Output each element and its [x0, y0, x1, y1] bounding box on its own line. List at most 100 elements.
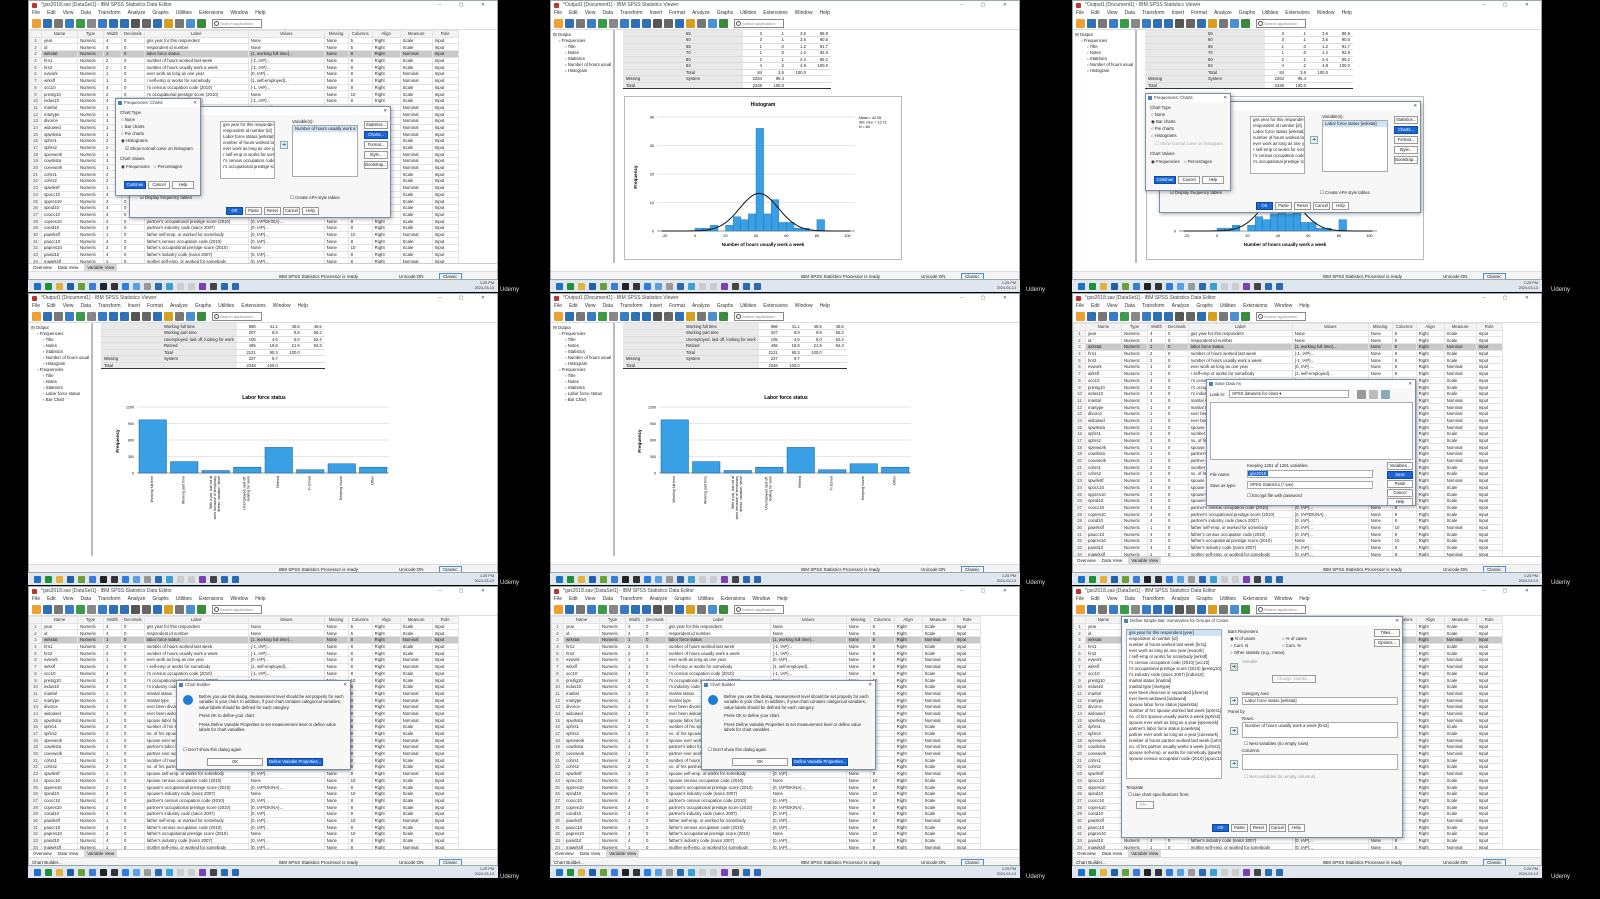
cell-measure[interactable]: Scale — [399, 177, 433, 185]
variable-row[interactable]: 32papres10Numeric20father's occupational… — [1073, 537, 1503, 545]
cell-measure[interactable]: Nominal — [399, 749, 433, 758]
cell-measure[interactable]: Nominal — [1443, 456, 1477, 465]
cell-label[interactable]: number of hours usually work a week — [143, 63, 249, 72]
cell-measure[interactable]: Scale — [1443, 516, 1477, 525]
cell-row[interactable]: 18 — [1073, 443, 1086, 452]
cell-values[interactable]: None — [769, 830, 847, 838]
menu-edit[interactable]: Edit — [47, 10, 56, 16]
taskbar-app-icon[interactable] — [1232, 575, 1239, 583]
cell-decimals[interactable]: 0 — [121, 723, 145, 731]
insert-cases-icon[interactable] — [675, 311, 684, 321]
cell-values[interactable]: {0, IAP}... — [247, 769, 325, 778]
cell-measure[interactable]: Scale — [921, 629, 955, 638]
cell-values[interactable]: {-1, IAP}... — [769, 649, 847, 658]
cell-role[interactable]: Input — [1475, 456, 1503, 465]
cancel-button[interactable]: Cancel — [1313, 202, 1330, 210]
cell-name[interactable]: marital — [41, 689, 78, 698]
taskbar-app-icon[interactable] — [644, 575, 651, 583]
cancel-button[interactable]: Cancel — [1387, 489, 1413, 497]
cell-role[interactable]: Input — [1475, 376, 1503, 385]
cell-type[interactable]: Numeric — [1121, 343, 1148, 351]
cell-width[interactable]: 4 — [625, 789, 644, 798]
cell-role[interactable]: Input — [1475, 356, 1503, 365]
cell-name[interactable]: spocc10 — [563, 776, 600, 785]
cell-measure[interactable]: Scale — [1443, 483, 1477, 492]
cell-align[interactable]: Right — [371, 622, 401, 631]
cell-decimals[interactable]: 0 — [643, 743, 667, 751]
taskbar-app-icon[interactable] — [1210, 575, 1217, 583]
cell-width[interactable]: 4 — [1147, 496, 1166, 505]
cell-values[interactable]: {0, IAP}... — [1291, 523, 1369, 532]
cell-missing[interactable]: None — [323, 43, 349, 52]
cell-values[interactable]: None — [247, 244, 325, 252]
cell-row[interactable]: 21 — [551, 756, 564, 765]
recall-dialog-icon[interactable] — [65, 18, 74, 28]
menu-insert[interactable]: Insert — [128, 303, 141, 309]
cell-width[interactable]: 1 — [103, 230, 122, 239]
taskbar-app-icon[interactable] — [89, 868, 96, 876]
value-labels-icon[interactable] — [708, 18, 717, 28]
cell-values[interactable]: {0, IAP}... — [1291, 363, 1369, 371]
menu-utilities[interactable]: Utilities — [740, 303, 756, 309]
goto-variable-icon[interactable] — [1153, 18, 1162, 28]
cell-align[interactable]: Right — [1415, 823, 1445, 831]
cell-decimals[interactable]: 0 — [1165, 416, 1189, 425]
column-header-missing[interactable]: Missing — [323, 616, 349, 624]
search-application-input[interactable]: Search application — [212, 604, 262, 614]
cell-align[interactable]: Right — [371, 676, 401, 684]
cell-missing[interactable]: None — [1367, 349, 1393, 358]
cell-measure[interactable]: Scale — [399, 137, 433, 145]
cell-columns[interactable]: 8 — [347, 756, 373, 765]
menu-file[interactable]: File — [32, 10, 40, 16]
cell-type[interactable]: Numeric — [77, 244, 104, 252]
cell-type[interactable]: Numeric — [77, 622, 104, 631]
column-header-missing[interactable]: Missing — [845, 616, 871, 624]
menu-file[interactable]: File — [1076, 303, 1084, 309]
outline-item[interactable]: ▫ Bar Chart — [553, 397, 611, 403]
cell-width[interactable]: 2 — [625, 649, 644, 658]
cell-role[interactable]: Input — [431, 723, 459, 731]
cell-align[interactable]: Right — [1415, 383, 1445, 391]
cell-measure[interactable]: Scale — [399, 789, 433, 798]
cell-columns[interactable]: 8 — [869, 809, 895, 818]
cell-type[interactable]: Numeric — [77, 776, 104, 785]
menu-help[interactable]: Help — [1299, 303, 1309, 309]
search-application-input[interactable]: Search application — [212, 18, 262, 28]
cell-decimals[interactable]: 0 — [1165, 336, 1189, 345]
save-icon[interactable] — [1087, 18, 1096, 28]
column-header-width[interactable]: Width — [103, 616, 122, 624]
cell-type[interactable]: Numeric — [1121, 836, 1148, 845]
cell-width[interactable]: 1 — [625, 749, 644, 758]
selected-variable[interactable]: Labor force status [wrkstat] — [1323, 121, 1387, 127]
tab-data-view[interactable]: Data View — [58, 264, 78, 271]
taskbar-app-icon[interactable] — [232, 282, 239, 290]
cell-width[interactable]: 4 — [1147, 483, 1166, 492]
cell-name[interactable]: spocc10 — [1085, 776, 1122, 785]
cell-align[interactable]: Right — [371, 250, 401, 259]
cell-type[interactable]: Numeric — [599, 716, 626, 724]
cell-missing[interactable]: None — [845, 796, 871, 805]
statistics-button[interactable]: Statistics... — [1394, 116, 1418, 124]
cell-decimals[interactable]: 0 — [1165, 463, 1189, 472]
recall-dialog-icon[interactable] — [587, 18, 596, 28]
cell-decimals[interactable]: 0 — [121, 217, 145, 225]
column-header-type[interactable]: Type — [77, 616, 104, 624]
variable-row[interactable]: 4hrs1Numeric20number of hours worked las… — [29, 56, 459, 65]
cell-columns[interactable]: 8 — [347, 70, 373, 78]
cell-align[interactable]: Right — [1415, 436, 1445, 445]
taskbar-app-icon[interactable] — [578, 868, 585, 876]
variable-row[interactable]: 7wrkslfNumeric10r self-emp or works for … — [551, 662, 981, 671]
taskbar-app-icon[interactable] — [1199, 575, 1206, 583]
variable-row[interactable]: 31paocc10Numeric40father's census occupa… — [551, 823, 981, 831]
cell-name[interactable]: cohrs2 — [563, 763, 600, 771]
taskbar-app-icon[interactable] — [221, 868, 228, 876]
cell-decimals[interactable]: 0 — [1165, 490, 1189, 498]
column-header-name[interactable]: Name — [1085, 616, 1122, 624]
menu-analyze[interactable]: Analyze — [170, 303, 188, 309]
cell-decimals[interactable]: 0 — [121, 76, 145, 85]
cell-measure[interactable]: Scale — [921, 649, 955, 658]
menu-view[interactable]: View — [585, 596, 596, 602]
cell-align[interactable]: Right — [1415, 543, 1445, 552]
cell-name[interactable]: prestg10 — [1085, 676, 1122, 684]
cell-missing[interactable]: None — [323, 223, 349, 232]
